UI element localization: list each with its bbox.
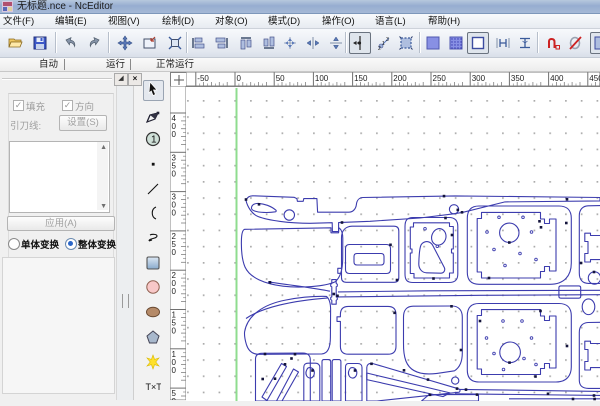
svg-text:100: 100	[315, 74, 329, 83]
svg-text:0: 0	[172, 209, 177, 218]
svg-text:T×T: T×T	[146, 382, 162, 392]
svg-text:2: 2	[378, 46, 381, 51]
svg-text:1: 1	[151, 135, 157, 146]
svg-text:-50: -50	[197, 74, 209, 83]
svg-text:300: 300	[472, 74, 486, 83]
svg-text:50: 50	[276, 74, 285, 83]
svg-text:0: 0	[237, 74, 242, 83]
svg-text:450: 450	[589, 74, 600, 83]
svg-text:250: 250	[433, 74, 447, 83]
svg-text:150: 150	[354, 74, 368, 83]
svg-text:1: 1	[382, 41, 385, 47]
svg-text:3: 3	[386, 37, 389, 43]
svg-text:0: 0	[172, 169, 177, 178]
svg-text:350: 350	[511, 74, 525, 83]
svg-text:200: 200	[393, 74, 407, 83]
svg-text:0: 0	[172, 248, 177, 257]
svg-text:400: 400	[550, 74, 564, 83]
svg-text:0: 0	[172, 366, 177, 375]
svg-text:0: 0	[172, 130, 177, 139]
svg-text:0: 0	[172, 327, 177, 336]
svg-text:0: 0	[172, 287, 177, 296]
